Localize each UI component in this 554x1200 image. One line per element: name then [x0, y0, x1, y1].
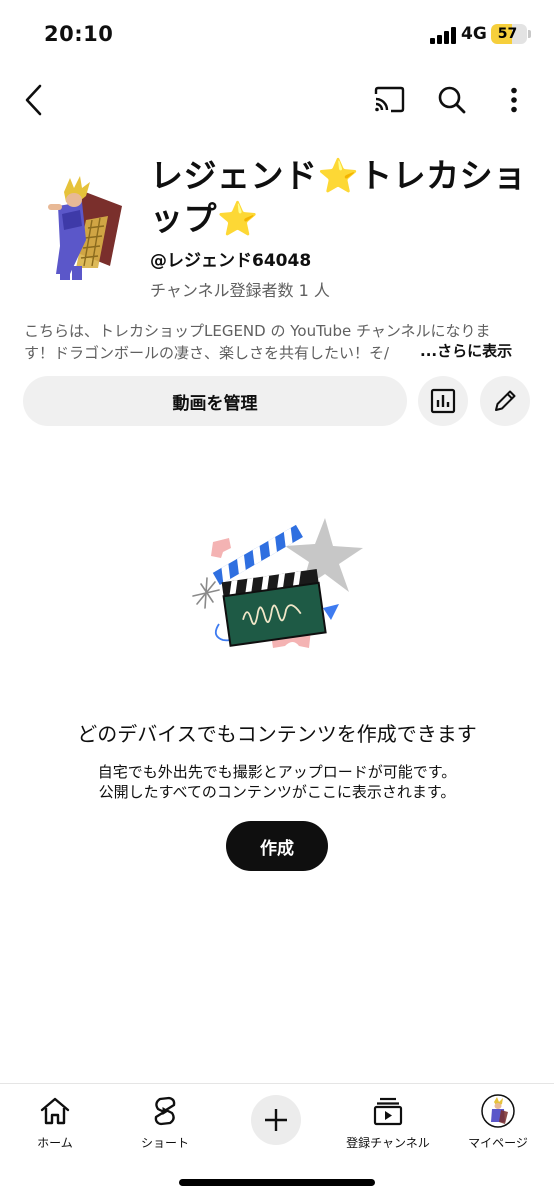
subscriber-count: チャンネル登録者数 1 人: [150, 281, 330, 300]
home-indicator: [179, 1179, 375, 1186]
channel-title-part: レジェンド: [150, 156, 318, 195]
nav-label: ショート: [140, 1136, 189, 1150]
empty-state-title: どのデバイスでもコンテンツを作成できます: [77, 722, 477, 746]
plus-icon: [265, 1109, 287, 1131]
more-vert-icon: [511, 87, 517, 113]
back-button[interactable]: [12, 78, 56, 122]
status-time: 20:10: [44, 22, 114, 46]
character-figure-image: [48, 176, 122, 280]
create-button[interactable]: 作成: [226, 821, 328, 871]
description-line: こちらは、トレカショップLEGEND の YouTube チャンネルになりま: [24, 322, 491, 340]
nav-home[interactable]: ホーム: [5, 1094, 105, 1154]
nav-label: 登録チャンネル: [346, 1136, 430, 1150]
battery-icon: 57: [491, 24, 527, 44]
search-button[interactable]: [430, 78, 474, 122]
bottom-nav: ホーム ショート 登録チャンネル マイページ: [0, 1083, 554, 1200]
analytics-icon: [430, 388, 456, 414]
network-type: 4G: [461, 24, 487, 44]
channel-avatar[interactable]: [40, 170, 128, 282]
empty-state-text: 自宅でも外出先でも撮影とアップロードが可能です。: [97, 763, 457, 781]
cast-button[interactable]: [367, 78, 411, 122]
nav-shorts[interactable]: ショート: [115, 1094, 215, 1154]
battery-tip: [528, 30, 531, 38]
shorts-icon: [154, 1096, 176, 1126]
analytics-button[interactable]: [418, 376, 468, 426]
edit-channel-button[interactable]: [480, 376, 530, 426]
description-more-link[interactable]: ...さらに表示: [386, 340, 513, 364]
nav-my-page[interactable]: マイページ: [448, 1094, 548, 1154]
cast-icon: [374, 86, 405, 113]
status-bar: 20:10 4G 57: [0, 0, 554, 70]
subscriptions-icon: [373, 1097, 403, 1126]
more-button[interactable]: [492, 78, 536, 122]
manage-videos-button[interactable]: 動画を管理: [23, 376, 407, 426]
create-label: 作成: [260, 838, 294, 859]
nav-create-button[interactable]: [251, 1095, 301, 1145]
nav-subscriptions[interactable]: 登録チャンネル: [338, 1094, 438, 1154]
search-icon: [438, 86, 466, 114]
nav-label: ホーム: [37, 1136, 73, 1150]
home-icon: [40, 1097, 70, 1125]
channel-handle[interactable]: @レジェンド64048: [150, 246, 311, 271]
more-label: ...さらに表示: [420, 342, 513, 360]
chevron-left-icon: [25, 84, 42, 116]
channel-title: レジェンド⭐トレカショップ⭐: [150, 154, 530, 240]
nav-label: マイページ: [468, 1136, 528, 1150]
empty-state-text: 公開したすべてのコンテンツがここに表示されます。: [98, 783, 456, 801]
star-emoji: ⭐: [217, 199, 259, 238]
clapperboard-illustration: [185, 512, 375, 662]
signal-icon: [430, 27, 456, 44]
star-emoji: ⭐: [317, 156, 360, 195]
pencil-icon: [495, 390, 516, 411]
avatar: [481, 1094, 515, 1128]
manage-videos-label: 動画を管理: [172, 393, 258, 414]
battery-level: 57: [497, 26, 518, 42]
